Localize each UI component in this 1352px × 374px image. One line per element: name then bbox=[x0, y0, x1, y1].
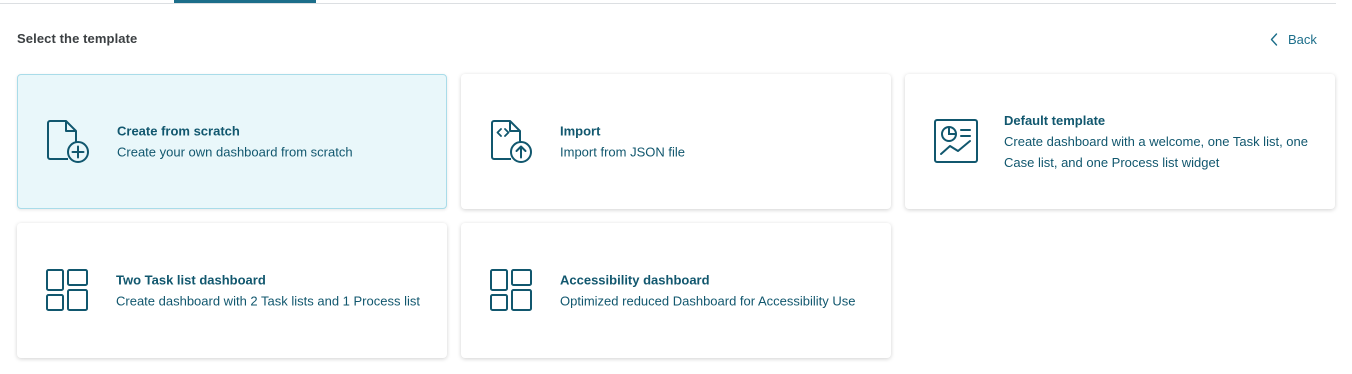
template-title: Import bbox=[560, 123, 601, 138]
template-card-text: Import Import from JSON file bbox=[560, 121, 871, 162]
template-title: Create from scratch bbox=[117, 123, 240, 138]
presentation-chart-icon bbox=[933, 118, 979, 164]
template-card-accessibility-dashboard[interactable]: Accessibility dashboard Optimized reduce… bbox=[461, 223, 891, 358]
template-card-text: Create from scratch Create your own dash… bbox=[117, 121, 426, 162]
section-title: Select the template bbox=[17, 31, 138, 46]
template-card-two-task-list-dashboard[interactable]: Two Task list dashboard Create dashboard… bbox=[17, 223, 447, 358]
template-description: Import from JSON file bbox=[560, 144, 685, 159]
template-description: Create dashboard with a welcome, one Tas… bbox=[1004, 133, 1308, 170]
template-card-create-from-scratch[interactable]: Create from scratch Create your own dash… bbox=[17, 74, 447, 209]
template-description: Create your own dashboard from scratch bbox=[117, 144, 353, 159]
active-tab-indicator bbox=[174, 0, 316, 3]
template-description: Create dashboard with 2 Task lists and 1… bbox=[116, 293, 420, 308]
tab-strip bbox=[0, 0, 1336, 4]
template-title: Two Task list dashboard bbox=[116, 272, 266, 287]
template-card-text: Accessibility dashboard Optimized reduce… bbox=[560, 270, 871, 311]
template-card-import[interactable]: Import Import from JSON file bbox=[461, 74, 891, 209]
chevron-left-icon bbox=[1270, 32, 1278, 46]
template-title: Accessibility dashboard bbox=[560, 272, 710, 287]
layout-grid-icon bbox=[45, 267, 91, 313]
back-button[interactable]: Back bbox=[1270, 30, 1317, 48]
file-code-upload-icon bbox=[489, 118, 535, 164]
template-card-text: Two Task list dashboard Create dashboard… bbox=[116, 270, 427, 311]
file-plus-icon bbox=[45, 118, 91, 164]
template-card-default-template[interactable]: Default template Create dashboard with a… bbox=[905, 74, 1335, 209]
back-label: Back bbox=[1288, 31, 1317, 47]
layout-grid-icon bbox=[489, 267, 535, 313]
template-card-text: Default template Create dashboard with a… bbox=[1004, 111, 1315, 173]
template-title: Default template bbox=[1004, 112, 1106, 128]
template-description: Optimized reduced Dashboard for Accessib… bbox=[560, 293, 856, 308]
template-selection-page: Select the template Back Create from scr… bbox=[0, 0, 1352, 374]
